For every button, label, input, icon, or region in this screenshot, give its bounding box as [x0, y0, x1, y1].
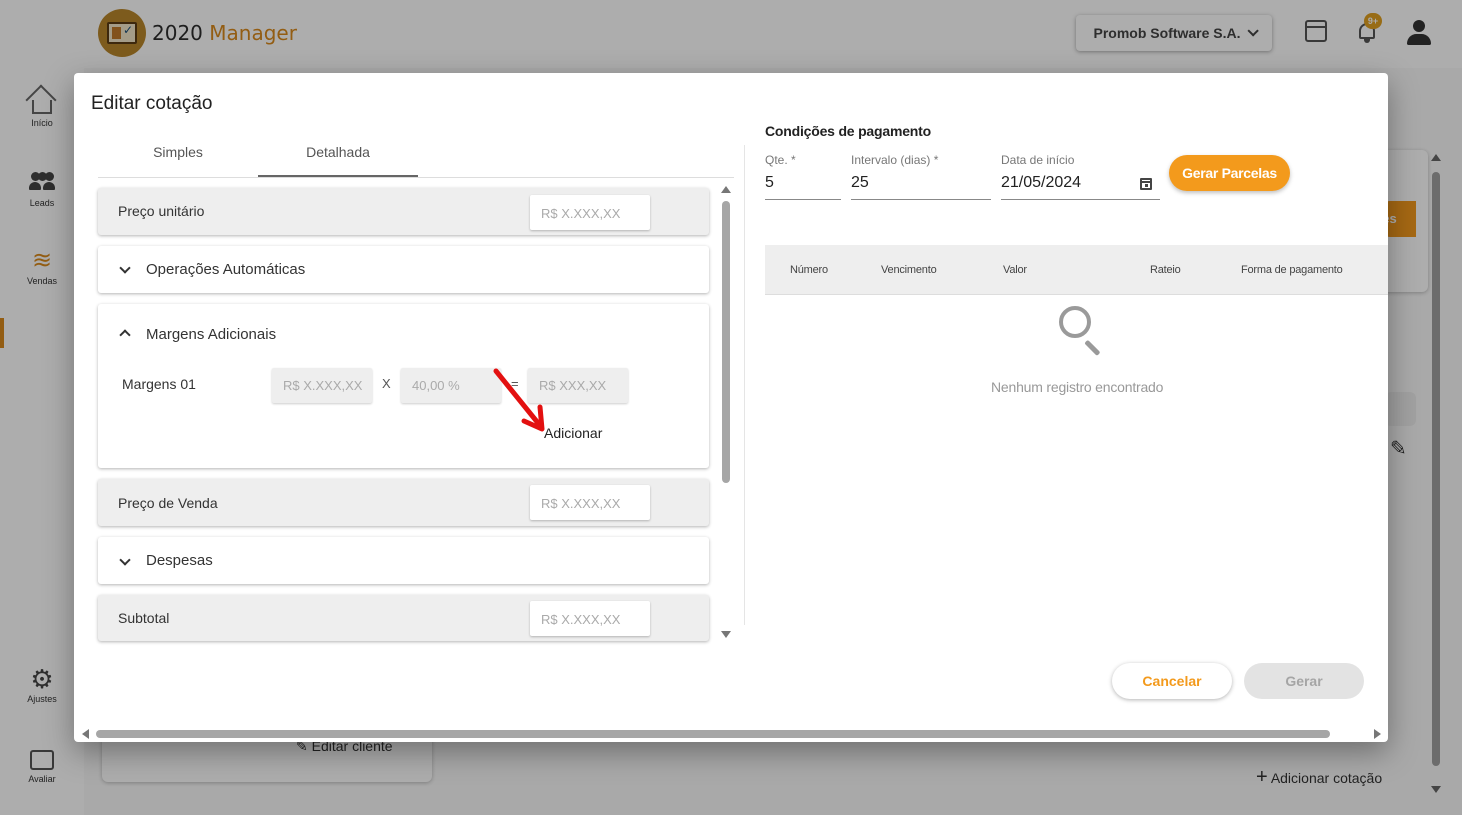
column-header[interactable]: Rateio — [1150, 264, 1181, 276]
generate-button[interactable]: Gerar — [1244, 663, 1364, 699]
scroll-thumb[interactable] — [722, 201, 730, 483]
subtotal-label: Subtotal — [118, 610, 170, 626]
scroll-up-arrow[interactable] — [721, 186, 731, 193]
tab-detalhada[interactable]: Detalhada — [258, 133, 418, 177]
column-divider — [744, 145, 745, 625]
search-icon — [1059, 306, 1105, 356]
qte-label: Qte. * — [765, 153, 796, 167]
installments-table-header: Número Vencimento Valor Rateio Forma de … — [765, 245, 1388, 295]
panel-subtotal: Subtotal R$ X.XXX,XX — [98, 595, 709, 641]
margens-row-label: Margens 01 — [122, 376, 196, 392]
margens-label: Margens Adicionais — [146, 326, 277, 343]
dialog-title: Editar cotação — [91, 93, 213, 114]
preco-unitario-input[interactable]: R$ X.XXX,XX — [530, 195, 650, 230]
start-date-value: 21/05/2024 — [1001, 174, 1082, 191]
tab-simples[interactable]: Simples — [98, 133, 258, 177]
preco-venda-input[interactable]: R$ X.XXX,XX — [530, 485, 650, 520]
start-date-label: Data de início — [1001, 153, 1075, 167]
preco-unitario-label: Preço unitário — [118, 203, 205, 219]
edit-quote-dialog: Editar cotação Simples Detalhada Preço u… — [74, 73, 1388, 742]
interval-label: Intervalo (dias) * — [851, 153, 939, 167]
despesas-label: Despesas — [146, 552, 213, 569]
empty-state-text: Nenhum registro encontrado — [991, 379, 1164, 395]
column-header[interactable]: Vencimento — [881, 264, 937, 276]
scroll-down-arrow[interactable] — [721, 631, 731, 638]
column-header[interactable]: Valor — [1003, 264, 1027, 276]
scroll-right-arrow[interactable] — [1374, 729, 1381, 739]
scroll-left-arrow[interactable] — [82, 729, 89, 739]
horizontal-scrollbar[interactable] — [80, 727, 1382, 739]
operacoes-label: Operações Automáticas — [146, 261, 306, 278]
annotation-arrow-icon — [493, 368, 545, 432]
margin-value-input[interactable]: R$ X.XXX,XX — [272, 368, 372, 403]
start-date-field[interactable]: Data de início 21/05/2024 — [1001, 153, 1160, 200]
chevron-down-icon — [119, 554, 131, 566]
panel-preco-unitario: Preço unitário R$ X.XXX,XX — [98, 188, 709, 235]
cancel-button[interactable]: Cancelar — [1112, 663, 1232, 699]
interval-field[interactable]: Intervalo (dias) * 25 — [851, 153, 991, 200]
qte-value: 5 — [765, 174, 774, 191]
generate-installments-button[interactable]: Gerar Parcelas — [1169, 155, 1290, 191]
panel-despesas[interactable]: Despesas — [98, 537, 709, 584]
column-header[interactable]: Forma de pagamento — [1241, 264, 1343, 276]
column-header[interactable]: Número — [790, 264, 828, 276]
panel-operacoes-automaticas[interactable]: Operações Automáticas — [98, 246, 709, 293]
subtotal-input[interactable]: R$ X.XXX,XX — [530, 601, 650, 636]
left-panel-scrollbar[interactable] — [718, 181, 734, 641]
chevron-down-icon — [119, 262, 131, 274]
multiply-sign: X — [382, 376, 391, 391]
calendar-icon[interactable] — [1140, 178, 1152, 190]
scroll-thumb[interactable] — [96, 730, 1330, 738]
chevron-up-icon[interactable] — [119, 329, 131, 341]
preco-venda-label: Preço de Venda — [118, 495, 218, 511]
panel-preco-venda: Preço de Venda R$ X.XXX,XX — [98, 479, 709, 526]
margin-percent-input[interactable]: 40,00 % — [401, 368, 501, 403]
interval-value: 25 — [851, 174, 869, 191]
payment-conditions-title: Condições de pagamento — [765, 123, 931, 139]
add-margin-button[interactable]: Adicionar — [544, 425, 602, 441]
qte-field[interactable]: Qte. * 5 — [765, 153, 841, 200]
panel-margens-adicionais: Margens Adicionais Margens 01 R$ X.XXX,X… — [98, 304, 709, 468]
tab-bar: Simples Detalhada — [98, 133, 734, 178]
